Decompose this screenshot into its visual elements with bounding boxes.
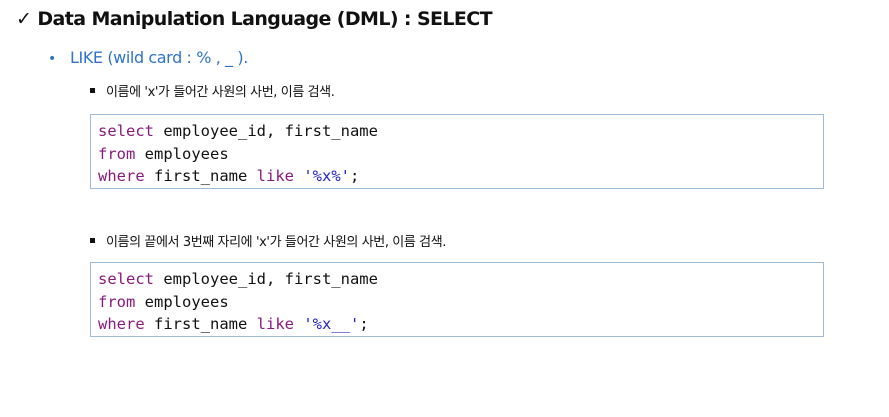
sql-keyword: where [98,167,145,185]
subheading: • LIKE (wild card : % , _ ). [48,48,248,67]
square-bullet-icon [90,88,95,93]
sql-keyword: from [98,292,136,311]
code-text: employee_id, first_name [154,270,378,288]
subheading-text: LIKE (wild card : % , _ ). [70,48,248,67]
sql-keyword: select [98,270,154,288]
sql-keyword: like [256,167,294,185]
page-title: ✓ Data Manipulation Language (DML) : SELE… [16,8,493,30]
code-text: employees [135,144,229,163]
code-line: where first_name like '%x%'; [98,165,816,188]
square-bullet-icon [90,238,95,243]
code-text: employee_id, first_name [154,122,378,140]
code-line: select employee_id, first_name [98,268,816,291]
code-text: first_name [144,315,257,333]
sql-keyword: like [256,315,294,333]
sql-keyword: select [98,122,154,140]
example-2-description-text: 이름의 끝에서 3번째 자리에 'x'가 들어간 사원의 사번, 이름 검색. [106,235,447,250]
checkmark-icon: ✓ [16,8,32,30]
sql-string: '%x%' [303,167,350,185]
code-line: select employee_id, first_name [98,120,816,143]
code-text: employees [135,292,229,311]
code-block-1: select employee_id, first_name from emplo… [90,114,824,189]
example-1-description: 이름에 'x'가 들어간 사원의 사번, 이름 검색. [90,81,335,100]
sql-keyword: from [98,144,136,163]
code-line: from employees [98,143,816,166]
example-2-description: 이름의 끝에서 3번째 자리에 'x'가 들어간 사원의 사번, 이름 검색. [90,231,446,250]
code-text: ; [350,167,360,185]
bullet-icon: • [48,51,56,67]
code-block-2: select employee_id, first_name from emplo… [90,262,824,337]
page-title-text: Data Manipulation Language (DML) : SELEC… [37,8,492,30]
sql-string: '%x__' [303,315,360,333]
sql-keyword: where [98,315,145,333]
code-line: where first_name like '%x__'; [98,313,816,336]
code-text: ; [359,315,369,333]
code-text: first_name [144,167,257,185]
code-line: from employees [98,291,816,314]
example-1-description-text: 이름에 'x'가 들어간 사원의 사번, 이름 검색. [106,85,335,100]
